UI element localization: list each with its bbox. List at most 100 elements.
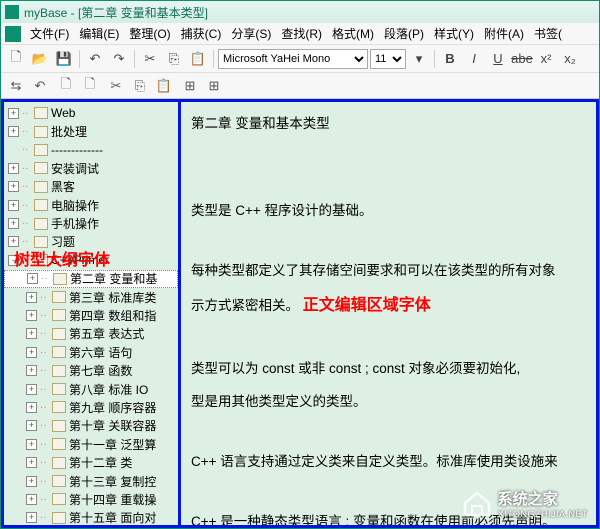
- menu-capture[interactable]: 捕获(C): [176, 23, 227, 44]
- tree-node[interactable]: +··黑客: [4, 178, 178, 196]
- tree-label: 第十四章 重载操: [69, 491, 156, 508]
- redo-icon[interactable]: ↷: [108, 48, 130, 70]
- tree-node[interactable]: +··第十三章 复制控: [4, 472, 178, 490]
- menu-edit[interactable]: 编辑(E): [74, 23, 124, 44]
- expand-icon[interactable]: +: [26, 439, 37, 450]
- tree-node[interactable]: +··批处理: [4, 122, 178, 140]
- expand-icon[interactable]: +: [8, 163, 19, 174]
- expand-icon[interactable]: +: [26, 310, 37, 321]
- folder-icon: [52, 475, 66, 487]
- menu-file[interactable]: 文件(F): [25, 23, 74, 44]
- editor-area[interactable]: 第二章 变量和基本类型 类型是 C++ 程序设计的基础。 每种类型都定义了其存储…: [181, 99, 599, 528]
- tree-node[interactable]: +··第七章 函数: [4, 361, 178, 379]
- menu-share[interactable]: 分享(S): [226, 23, 276, 44]
- folder-icon: [34, 107, 48, 119]
- folder-icon: [52, 309, 66, 321]
- tool-icon[interactable]: ⇆: [5, 75, 27, 97]
- expand-icon[interactable]: +: [8, 126, 19, 137]
- menu-style[interactable]: 样式(Y): [429, 23, 479, 44]
- tree-node[interactable]: +··第二章 变量和基: [4, 270, 178, 288]
- underline-button[interactable]: U: [487, 48, 509, 70]
- tree-label: 第十一章 泛型算: [69, 436, 156, 453]
- toolbar-main: 🗋 📂 💾 ↶ ↷ ✂ ⎘ 📋 Microsoft YaHei Mono 11 …: [1, 45, 599, 73]
- dropdown-icon[interactable]: ▾: [408, 48, 430, 70]
- expand-icon[interactable]: +: [8, 181, 19, 192]
- tree-node[interactable]: +··第十五章 面向对: [4, 509, 178, 527]
- folder-icon: [52, 346, 66, 358]
- subscript-button[interactable]: x₂: [559, 48, 581, 70]
- expand-icon[interactable]: +: [26, 347, 37, 358]
- menu-bookmark[interactable]: 书签(: [529, 23, 567, 44]
- app-menu-icon[interactable]: [5, 26, 21, 42]
- tool-icon[interactable]: ⊞: [179, 75, 201, 97]
- expand-icon[interactable]: +: [8, 200, 19, 211]
- window-title: myBase - [第二章 变量和基本类型]: [24, 4, 208, 21]
- expand-icon[interactable]: +: [8, 218, 19, 229]
- tool-icon[interactable]: 📋: [153, 75, 175, 97]
- tree-node[interactable]: +··第三章 标准库类: [4, 288, 178, 306]
- tool-icon[interactable]: ↶: [29, 75, 51, 97]
- copy-icon[interactable]: ⎘: [163, 48, 185, 70]
- menu-format[interactable]: 格式(M): [327, 23, 379, 44]
- tool-icon[interactable]: ⎘: [129, 75, 151, 97]
- new-icon[interactable]: 🗋: [5, 48, 27, 70]
- menu-paragraph[interactable]: 段落(P): [379, 23, 429, 44]
- tree-node[interactable]: +··第四章 数组和指: [4, 306, 178, 324]
- tree-node[interactable]: +··安装调试: [4, 159, 178, 177]
- tree-node[interactable]: +··第十四章 重载操: [4, 490, 178, 508]
- menu-find[interactable]: 查找(R): [276, 23, 327, 44]
- expand-icon[interactable]: +: [27, 273, 38, 284]
- save-icon[interactable]: 💾: [53, 48, 75, 70]
- doc-paragraph: 示方式紧密相关。 正文编辑区域字体: [191, 290, 586, 322]
- outline-tree[interactable]: 树型大纲字体 +··Web+··批处理··-------------+··安装调…: [1, 99, 181, 528]
- tree-node[interactable]: +··电脑操作: [4, 196, 178, 214]
- tree-node[interactable]: +·· Web: [4, 104, 178, 122]
- menu-organize[interactable]: 整理(O): [124, 23, 175, 44]
- tool-icon[interactable]: 🗋: [79, 75, 101, 97]
- italic-button[interactable]: I: [463, 48, 485, 70]
- tree-node[interactable]: +··第六章 语句: [4, 343, 178, 361]
- tool-icon[interactable]: ✂: [105, 75, 127, 97]
- strike-button[interactable]: abe: [511, 48, 533, 70]
- expand-icon[interactable]: +: [26, 402, 37, 413]
- expand-icon[interactable]: +: [26, 457, 37, 468]
- tree-node[interactable]: ··-------------: [4, 141, 178, 159]
- expand-icon[interactable]: +: [26, 292, 37, 303]
- font-size-select[interactable]: 11: [370, 49, 406, 69]
- expand-icon[interactable]: +: [26, 476, 37, 487]
- tree-connector: ··: [40, 457, 52, 468]
- expand-icon[interactable]: +: [26, 328, 37, 339]
- expand-icon[interactable]: +: [26, 494, 37, 505]
- tool-icon[interactable]: ⊞: [203, 75, 225, 97]
- folder-icon: [34, 144, 48, 156]
- tree-label: -------------: [51, 143, 103, 157]
- expand-icon[interactable]: +: [8, 108, 19, 119]
- open-icon[interactable]: 📂: [29, 48, 51, 70]
- paste-icon[interactable]: 📋: [187, 48, 209, 70]
- tree-connector: ··: [22, 108, 34, 119]
- tree-node[interactable]: +··手机操作: [4, 214, 178, 232]
- superscript-button[interactable]: x²: [535, 48, 557, 70]
- tree-node[interactable]: +··第十章 关联容器: [4, 417, 178, 435]
- tree-node[interactable]: +··第十二章 类: [4, 453, 178, 471]
- expand-icon[interactable]: +: [26, 365, 37, 376]
- expand-icon[interactable]: +: [26, 384, 37, 395]
- tree-label: 批处理: [51, 123, 87, 140]
- tree-node[interactable]: +··第五章 表达式: [4, 325, 178, 343]
- font-family-select[interactable]: Microsoft YaHei Mono: [218, 49, 368, 69]
- tree-node[interactable]: +··第八章 标准 IO: [4, 380, 178, 398]
- expand-icon[interactable]: +: [26, 420, 37, 431]
- tree-node[interactable]: +··第十一章 泛型算: [4, 435, 178, 453]
- separator: [434, 50, 435, 68]
- bold-button[interactable]: B: [439, 48, 461, 70]
- tree-node[interactable]: +··第九章 顺序容器: [4, 398, 178, 416]
- undo-icon[interactable]: ↶: [84, 48, 106, 70]
- cut-icon[interactable]: ✂: [139, 48, 161, 70]
- menu-attachment[interactable]: 附件(A): [479, 23, 529, 44]
- tree-label: Web: [51, 106, 75, 120]
- folder-icon: [52, 291, 66, 303]
- tool-icon[interactable]: 🗋: [55, 75, 77, 97]
- expand-icon[interactable]: +: [26, 512, 37, 523]
- annotation-editor-font: 正文编辑区域字体: [303, 297, 431, 314]
- title-bar[interactable]: myBase - [第二章 变量和基本类型]: [1, 1, 599, 23]
